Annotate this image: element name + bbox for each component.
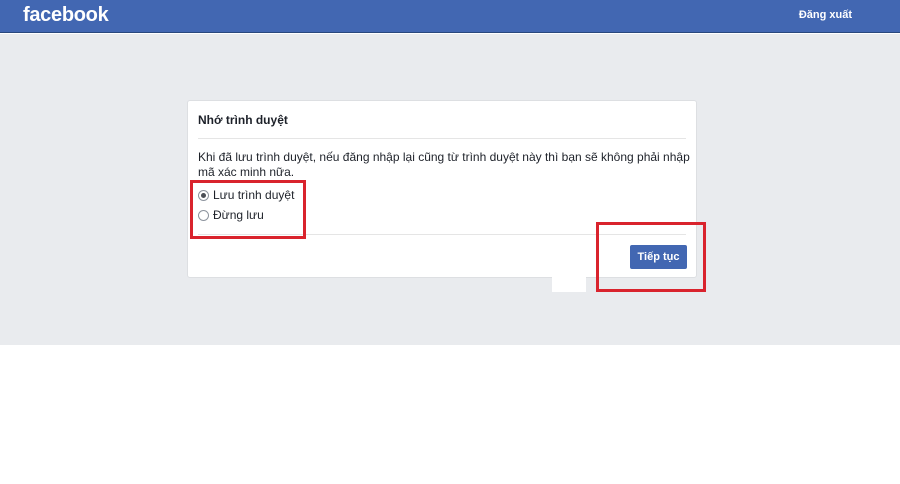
dialog-title: Nhớ trình duyệt [198, 113, 288, 127]
white-patch [552, 268, 586, 292]
continue-button-highlight-box [596, 222, 706, 292]
radio-options-highlight-box [190, 180, 306, 239]
logout-link[interactable]: Đăng xuất [799, 9, 852, 21]
title-divider [198, 138, 686, 139]
dialog-description: Khi đã lưu trình duyệt, nếu đăng nhập lạ… [198, 150, 690, 179]
facebook-logo[interactable]: facebook [23, 4, 109, 27]
top-navigation-bar: facebook Đăng xuất [0, 0, 900, 33]
